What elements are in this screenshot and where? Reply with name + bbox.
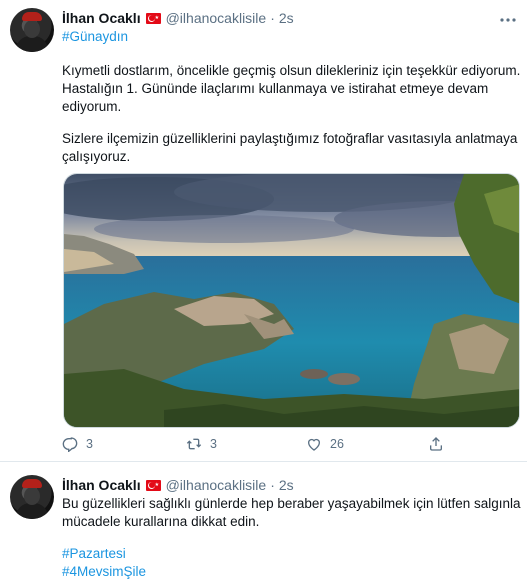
hashtags: #Pazartesi #4MevsimŞile xyxy=(62,545,522,581)
tweet-body: Bu güzellikleri sağlıklı günlerde hep be… xyxy=(62,495,522,531)
hashtag-gunaydin[interactable]: #Günaydın xyxy=(62,29,128,44)
tweet-body-paragraph-2: Sizlere ilçemizin güzelliklerini paylaşt… xyxy=(62,130,522,166)
hashtag-pazartesi[interactable]: #Pazartesi xyxy=(62,545,522,563)
author-handle[interactable]: @ilhanocaklisile xyxy=(166,477,267,493)
text-line: çalışıyoruz. xyxy=(62,149,131,164)
reply-icon xyxy=(62,437,78,452)
separator-dot: · xyxy=(270,477,275,493)
retweet-icon xyxy=(186,438,202,450)
like-count: 26 xyxy=(330,437,344,451)
turkey-flag-icon: ★ xyxy=(145,12,161,24)
author-name[interactable]: İlhan Ocaklı xyxy=(62,477,141,493)
hashtag-4mevsimsile[interactable]: #4MevsimŞile xyxy=(62,563,522,581)
retweet-button[interactable]: 3 xyxy=(186,436,217,452)
tweet[interactable]: İlhan Ocaklı ★ @ilhanocaklisile · 2s Bu … xyxy=(0,463,527,586)
share-button[interactable] xyxy=(428,436,452,452)
timestamp[interactable]: 2s xyxy=(279,477,294,493)
tweet[interactable]: İlhan Ocaklı ★ @ilhanocaklisile · 2s #Gü… xyxy=(0,0,527,462)
tweet-body-paragraph-1: Kıymetli dostlarım, öncelikle geçmiş ols… xyxy=(62,62,522,116)
tweet-photo[interactable] xyxy=(63,173,520,428)
author-name[interactable]: İlhan Ocaklı xyxy=(62,10,141,26)
text-line: Kıymetli dostlarım, öncelikle geçmiş ols… xyxy=(62,63,521,78)
text-line: ediyorum. xyxy=(62,99,122,114)
like-icon xyxy=(308,438,320,451)
author-handle[interactable]: @ilhanocaklisile xyxy=(166,10,267,26)
reply-count: 3 xyxy=(86,437,93,451)
turkey-flag-icon: ★ xyxy=(145,479,161,491)
tweet-header: İlhan Ocaklı ★ @ilhanocaklisile · 2s xyxy=(62,475,294,495)
text-line: Sizlere ilçemizin güzelliklerini paylaşt… xyxy=(62,131,518,146)
more-icon[interactable] xyxy=(499,10,517,26)
avatar[interactable] xyxy=(10,8,54,52)
text-line: mücadele kurallarına dikkat edin. xyxy=(62,514,260,529)
text-line: Hastalığın 1. Gününde ilaçlarımı kullanm… xyxy=(62,81,489,96)
timestamp[interactable]: 2s xyxy=(279,10,294,26)
share-icon xyxy=(430,437,442,451)
like-button[interactable]: 26 xyxy=(306,436,344,452)
avatar[interactable] xyxy=(10,475,54,519)
tweet-actions: 3 3 26 xyxy=(62,436,462,456)
text-line: Bu güzellikleri sağlıklı günlerde hep be… xyxy=(62,496,521,511)
retweet-count: 3 xyxy=(210,437,217,451)
reply-button[interactable]: 3 xyxy=(62,436,93,452)
separator-dot: · xyxy=(270,10,275,26)
tweet-header: İlhan Ocaklı ★ @ilhanocaklisile · 2s xyxy=(62,8,294,28)
hashtag-link[interactable]: #Günaydın xyxy=(62,28,522,46)
